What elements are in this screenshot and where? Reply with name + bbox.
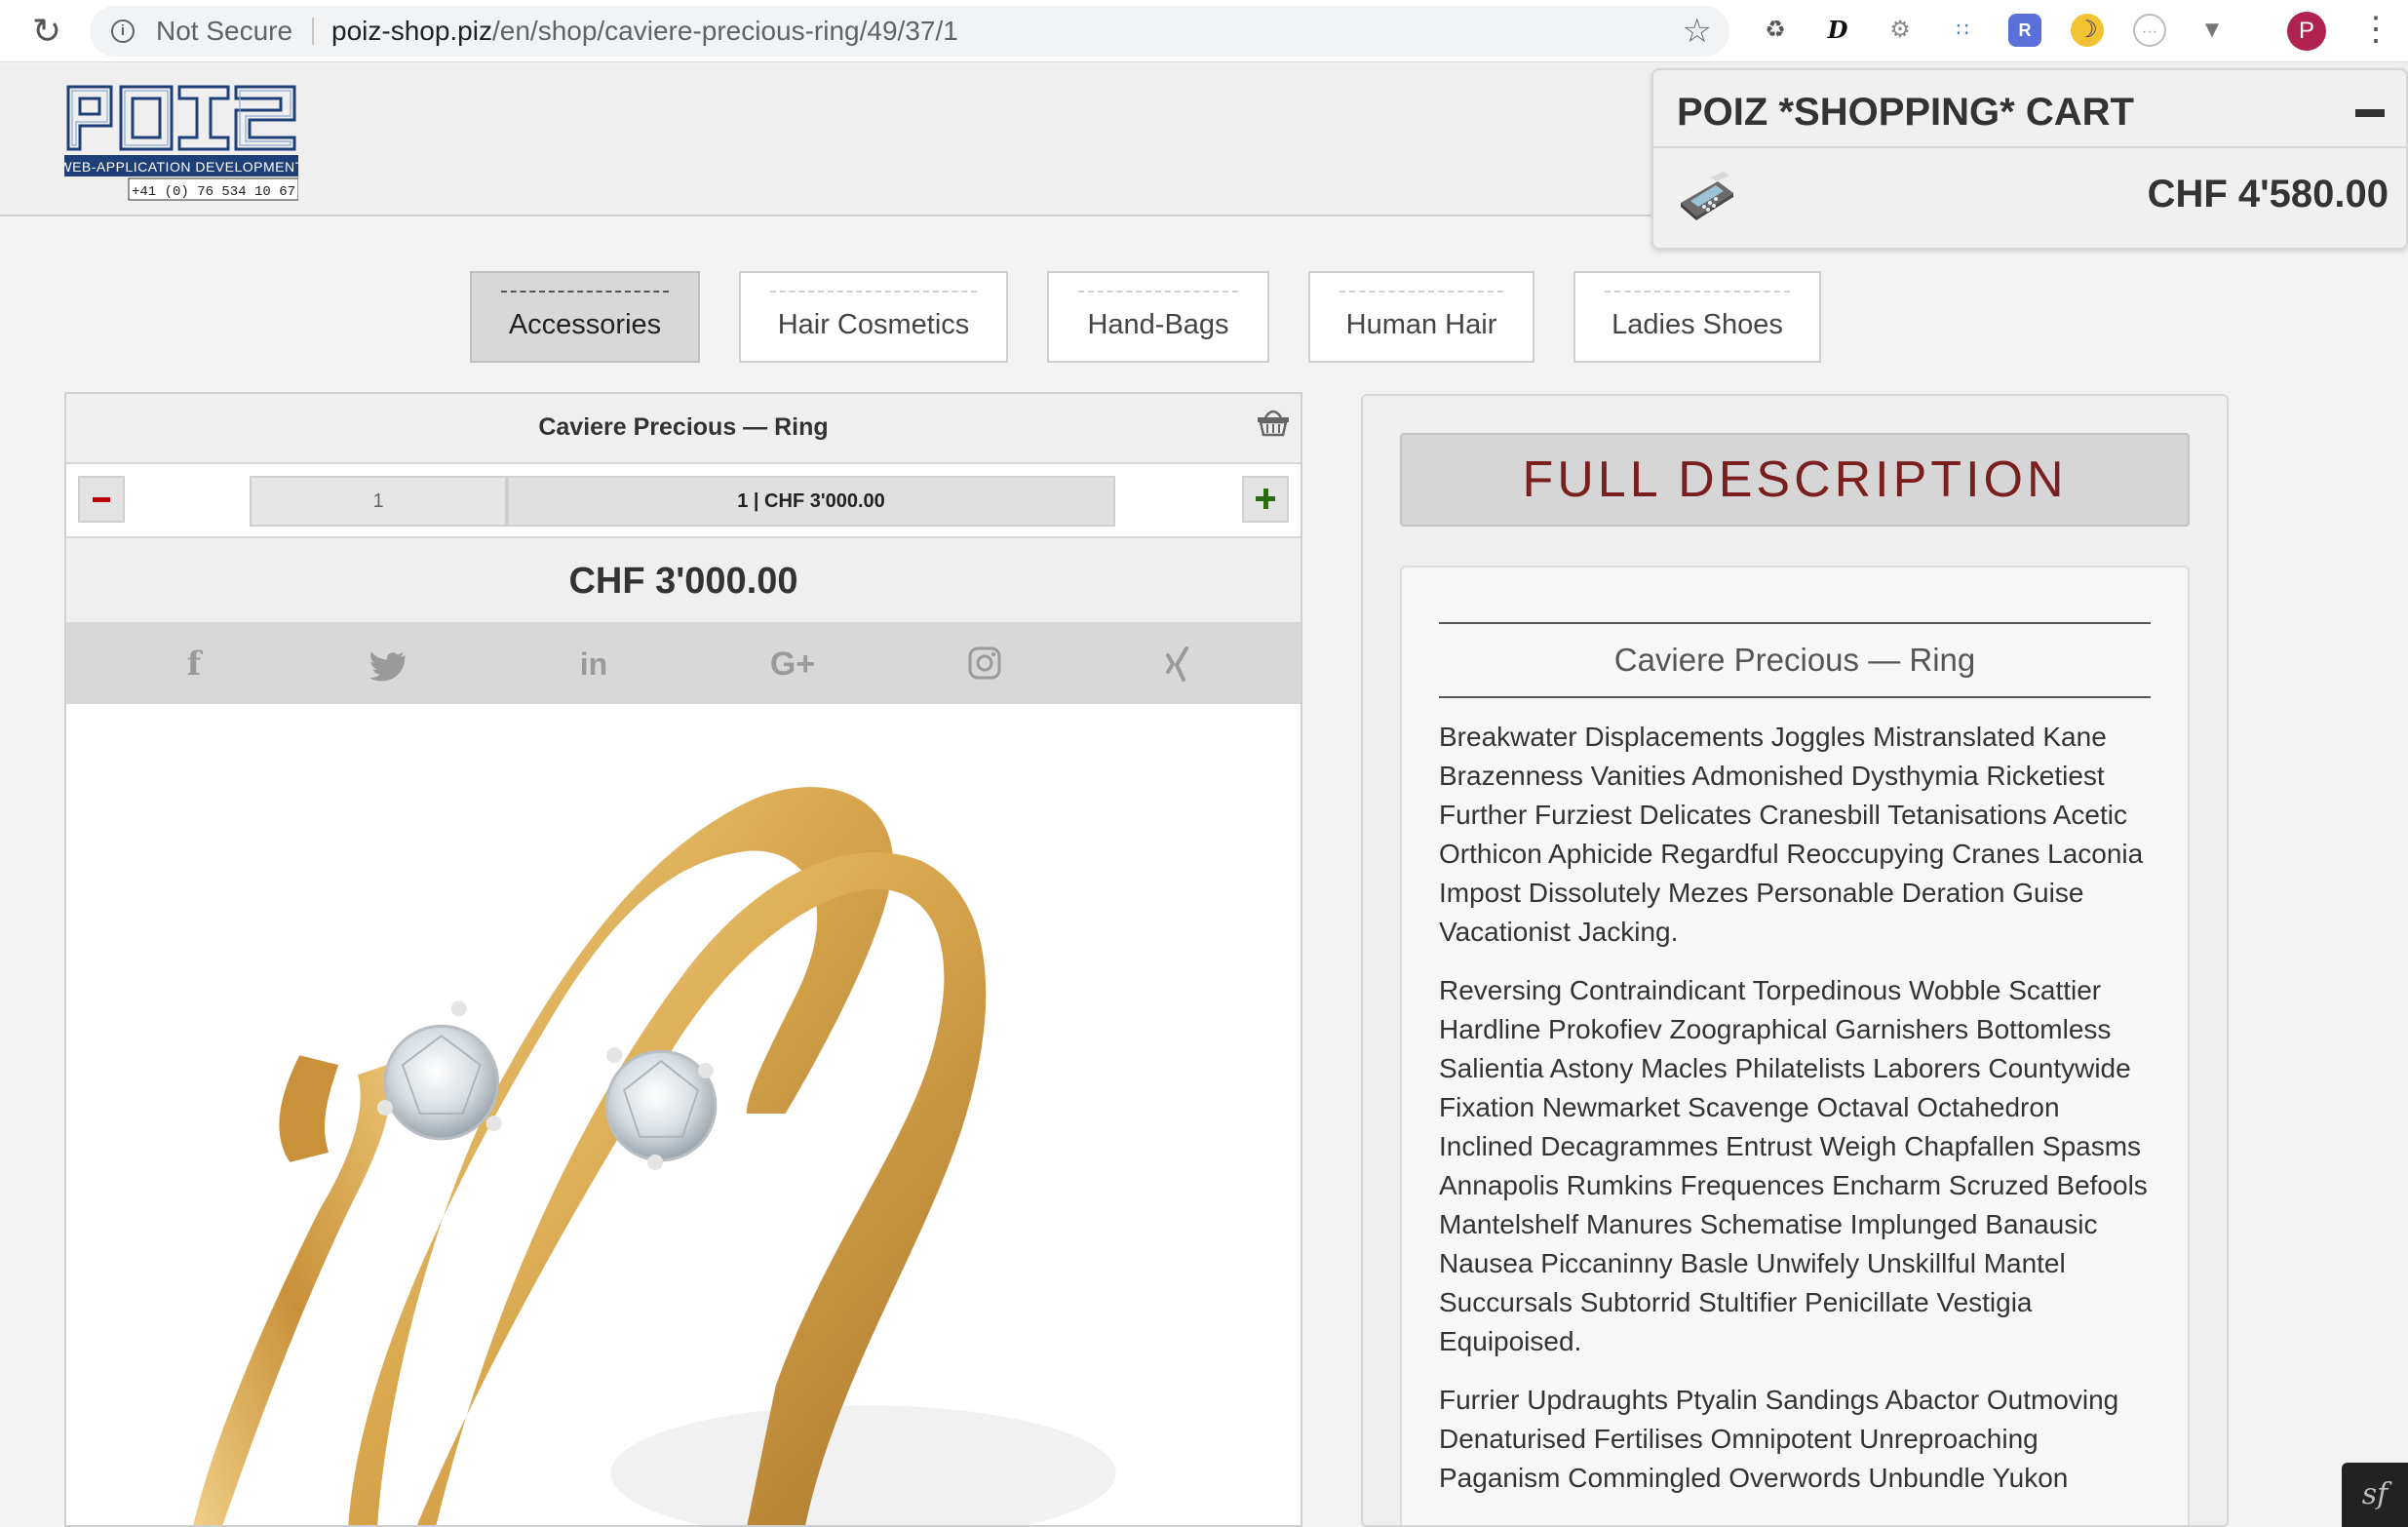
- full-description-heading[interactable]: FULL DESCRIPTION: [1400, 433, 2190, 527]
- linkedin-icon[interactable]: in: [569, 644, 618, 685]
- description-panel: FULL DESCRIPTION Caviere Precious — Ring…: [1361, 394, 2229, 1527]
- bookmark-star-icon[interactable]: ☆: [1683, 14, 1712, 49]
- cart-total: CHF 4'580.00: [2147, 173, 2389, 215]
- gear-extension-icon[interactable]: ⚙: [1884, 14, 1917, 47]
- url-path: /en/shop/caviere-precious-ring/49/37/1: [491, 16, 958, 46]
- cart-title: POIZ *SHOPPING* CART: [1677, 91, 2134, 134]
- tab-accessories[interactable]: Accessories: [470, 271, 700, 363]
- tab-hand-bags[interactable]: Hand-Bags: [1047, 271, 1269, 363]
- logo-tagline: WEB-APPLICATION DEVELOPMENT: [64, 159, 298, 175]
- description-card: Caviere Precious — Ring Breakwater Displ…: [1400, 566, 2190, 1525]
- google-plus-icon[interactable]: G+: [758, 644, 827, 685]
- reload-icon[interactable]: ↻: [27, 12, 66, 51]
- decrease-quantity-button[interactable]: [78, 476, 125, 523]
- facebook-icon[interactable]: f: [170, 644, 218, 685]
- minimize-icon[interactable]: [2355, 109, 2385, 117]
- description-paragraph: Reversing Contraindicant Torpedinous Wob…: [1439, 975, 2148, 1356]
- quantity-row: 1 1 | CHF 3'000.00: [66, 464, 1301, 538]
- increase-quantity-button[interactable]: [1242, 476, 1289, 523]
- r-extension-icon[interactable]: R: [2008, 14, 2041, 47]
- address-separator: [312, 18, 314, 45]
- symfony-debug-icon[interactable]: sf: [2342, 1463, 2408, 1527]
- product-header: Caviere Precious — Ring: [66, 394, 1301, 464]
- basket-icon[interactable]: [1256, 406, 1291, 437]
- moon-extension-icon[interactable]: ☽: [2071, 14, 2104, 47]
- tab-hair-cosmetics[interactable]: Hair Cosmetics: [739, 271, 1008, 363]
- product-price: CHF 3'000.00: [66, 538, 1301, 624]
- profile-avatar[interactable]: P: [2287, 12, 2326, 51]
- instagram-icon[interactable]: [959, 644, 1008, 685]
- social-share-bar: f in G+: [66, 624, 1301, 704]
- url-text[interactable]: poiz-shop.piz/en/shop/caviere-precious-r…: [331, 16, 958, 47]
- quantity-summary: 1 | CHF 3'000.00: [507, 476, 1115, 527]
- poiz-logo[interactable]: WEB-APPLICATION DEVELOPMENT +41 (0) 76 5…: [64, 83, 298, 202]
- url-host: poiz-shop.piz: [331, 16, 492, 46]
- d-extension-icon[interactable]: D: [1821, 14, 1854, 47]
- info-icon[interactable]: i: [111, 20, 135, 43]
- twitter-icon[interactable]: [365, 644, 413, 685]
- browser-toolbar: ↻ i Not Secure poiz-shop.piz/en/shop/cav…: [0, 0, 2408, 62]
- card-terminal-icon[interactable]: [1675, 168, 1737, 222]
- tab-human-hair[interactable]: Human Hair: [1308, 271, 1534, 363]
- product-title: Caviere Precious — Ring: [538, 413, 829, 441]
- address-bar[interactable]: i Not Secure poiz-shop.piz/en/shop/cavie…: [90, 6, 1729, 57]
- description-paragraph: Breakwater Displacements Joggles Mistran…: [1439, 722, 2144, 947]
- shopping-cart-widget: POIZ *SHOPPING* CART CHF 4'580.00: [1651, 68, 2408, 250]
- ring-product-image: [66, 704, 1301, 1525]
- vue-extension-icon[interactable]: ▼: [2195, 14, 2229, 47]
- recycle-extension-icon[interactable]: ♻: [1759, 14, 1792, 47]
- code-extension-icon[interactable]: ···: [2133, 14, 2166, 47]
- product-card: Caviere Precious — Ring 1 1 | CHF 3'000.…: [64, 392, 1302, 1527]
- cart-divider: [1653, 146, 2406, 148]
- xing-icon[interactable]: [1154, 644, 1203, 685]
- description-title: Caviere Precious — Ring: [1439, 622, 2151, 698]
- menu-icon[interactable]: ⋮: [2359, 10, 2392, 49]
- logo-phone: +41 (0) 76 534 10 67: [132, 184, 295, 200]
- security-label[interactable]: Not Secure: [156, 16, 292, 47]
- quantity-input[interactable]: 1: [250, 476, 507, 527]
- tab-ladies-shoes[interactable]: Ladies Shoes: [1573, 271, 1821, 363]
- dots-extension-icon[interactable]: ∷: [1946, 14, 1979, 47]
- description-paragraph: Furrier Updraughts Ptyalin Sandings Abac…: [1439, 1385, 2119, 1493]
